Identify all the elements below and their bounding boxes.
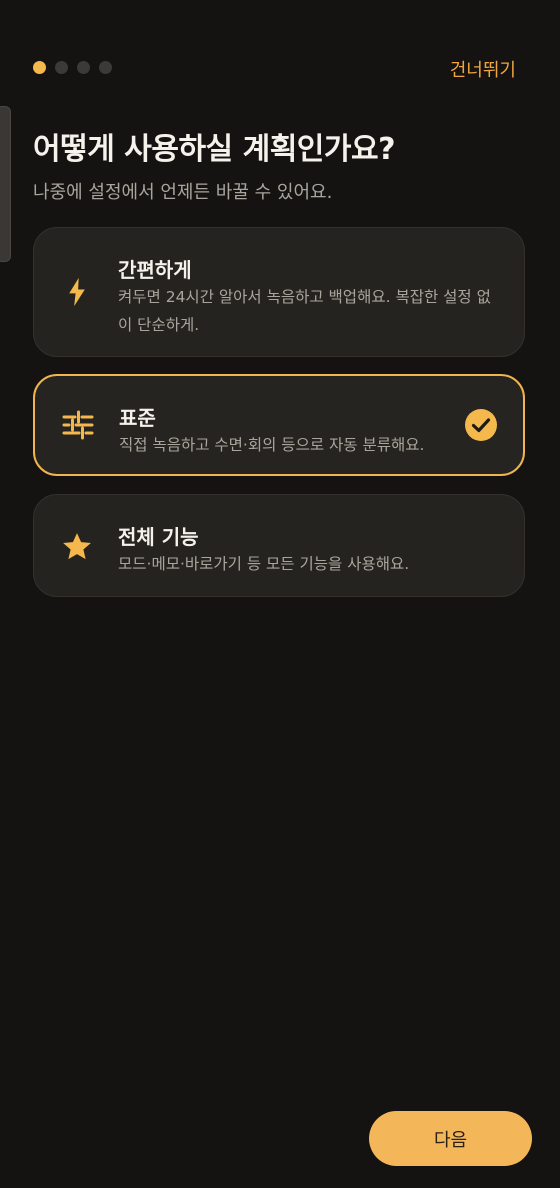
side-edge-handle[interactable] [0, 106, 11, 262]
sliders-icon [61, 408, 95, 442]
step-indicator [33, 61, 112, 74]
step-dot-3 [77, 61, 90, 74]
option-card-full[interactable]: 전체 기능 모드·메모·바로가기 등 모든 기능을 사용해요. [33, 494, 525, 597]
option-description: 직접 녹음하고 수면·회의 등으로 자동 분류해요. [119, 436, 425, 454]
skip-button[interactable]: 건너뛰기 [450, 56, 516, 82]
lightning-icon [60, 275, 94, 309]
option-card-simple[interactable]: 간편하게 켜두면 24시간 알아서 녹음하고 백업해요. 복잡한 설정 없이 단… [33, 227, 525, 357]
next-button[interactable]: 다음 [369, 1111, 532, 1166]
page-title: 어떻게 사용하실 계획인가요? [33, 132, 396, 167]
option-title: 간편하게 [118, 258, 192, 282]
option-title: 전체 기능 [118, 525, 199, 549]
check-circle-icon [464, 408, 498, 442]
option-description: 켜두면 24시간 알아서 녹음하고 백업해요. 복잡한 설정 없이 단순하게. [118, 288, 491, 334]
option-description: 모드·메모·바로가기 등 모든 기능을 사용해요. [118, 555, 410, 573]
step-dot-2 [55, 61, 68, 74]
step-dot-4 [99, 61, 112, 74]
page-subtitle: 나중에 설정에서 언제든 바꿀 수 있어요. [33, 182, 333, 203]
star-icon [60, 530, 94, 564]
step-dot-1 [33, 61, 46, 74]
option-title: 표준 [119, 406, 156, 430]
option-card-standard[interactable]: 표준 직접 녹음하고 수면·회의 등으로 자동 분류해요. [33, 374, 525, 476]
